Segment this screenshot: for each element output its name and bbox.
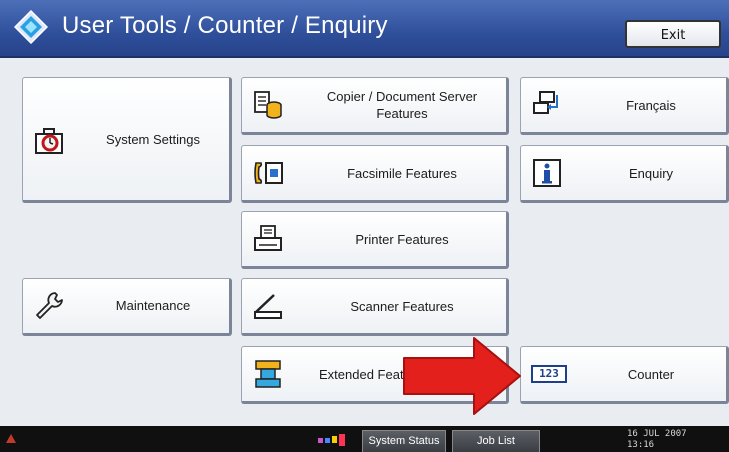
maintenance-label: Maintenance xyxy=(115,298,191,313)
extended-features-icon xyxy=(255,360,281,388)
facsimile-features-button[interactable]: Facsimile Features xyxy=(241,145,509,203)
screen: User Tools / Counter / Enquiry Exit Syst… xyxy=(0,0,729,452)
status-bar: System Status Job List 16 JUL 2007 13:16 xyxy=(0,426,729,452)
page-title: User Tools / Counter / Enquiry xyxy=(62,12,388,39)
copier-features-label-line2: Features xyxy=(376,106,428,121)
printer-features-button[interactable]: Printer Features xyxy=(241,211,509,269)
warning-icon xyxy=(6,434,16,443)
facsimile-features-label: Facsimile Features xyxy=(347,166,457,181)
title-bar: User Tools / Counter / Enquiry Exit xyxy=(0,0,729,58)
enquiry-button[interactable]: Enquiry xyxy=(520,145,729,203)
counter-button[interactable]: 123 Counter xyxy=(520,346,729,404)
language-button[interactable]: Français xyxy=(520,77,729,135)
maintenance-button[interactable]: Maintenance xyxy=(22,278,232,336)
scanner-features-button[interactable]: Scanner Features xyxy=(241,278,509,336)
time-text: 13:16 xyxy=(627,440,655,450)
counter-123-icon: 123 xyxy=(531,365,567,383)
copier-documents-icon xyxy=(254,91,282,119)
system-settings-button[interactable]: System Settings xyxy=(22,77,232,203)
diamond-tools-icon xyxy=(14,10,48,44)
red-arrow-icon xyxy=(403,337,521,415)
language-switch-icon xyxy=(533,91,558,114)
copier-features-button[interactable]: Copier / Document Server Features xyxy=(241,77,509,135)
counter-label: Counter xyxy=(627,367,675,382)
wrench-icon xyxy=(36,292,63,319)
scanner-features-label: Scanner Features xyxy=(350,299,454,314)
datetime-readout: 16 JUL 2007 13:16 xyxy=(627,429,687,451)
date-text: 16 JUL 2007 xyxy=(627,429,687,439)
main-panel: System Settings Maintenance Copier / Doc… xyxy=(0,58,729,426)
status-indicator-icon xyxy=(318,434,352,448)
enquiry-label: Enquiry xyxy=(628,166,674,181)
exit-button[interactable]: Exit xyxy=(625,20,721,48)
copier-features-label-line1: Copier / Document Server xyxy=(326,89,478,104)
system-status-button[interactable]: System Status xyxy=(362,430,446,452)
fax-icon xyxy=(254,162,283,184)
system-settings-label: System Settings xyxy=(106,132,200,147)
counter-icon-text: 123 xyxy=(539,367,559,380)
scanner-icon xyxy=(254,294,282,319)
info-icon xyxy=(533,159,561,187)
clock-briefcase-icon xyxy=(35,128,63,154)
printer-icon xyxy=(254,225,282,251)
printer-features-label: Printer Features xyxy=(355,232,449,247)
job-list-button[interactable]: Job List xyxy=(452,430,540,452)
language-label: Français xyxy=(626,98,676,113)
